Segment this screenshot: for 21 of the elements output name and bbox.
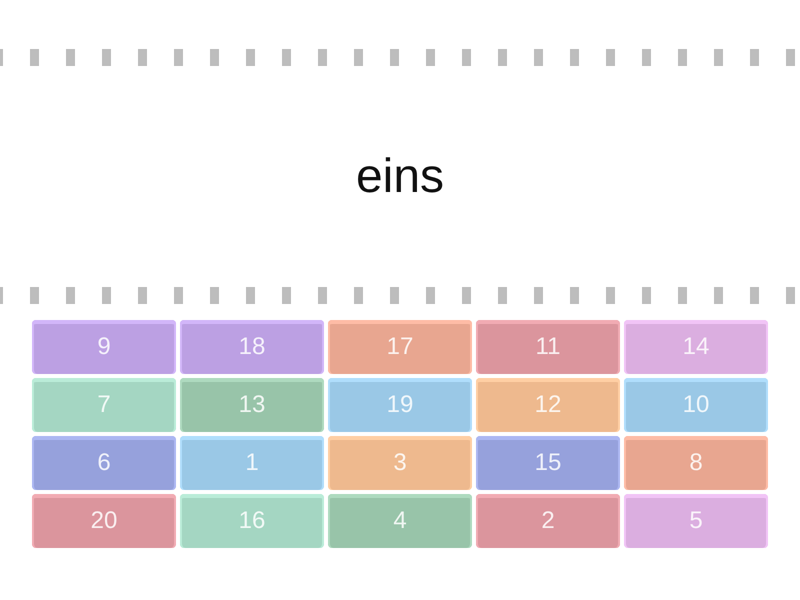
number-tile[interactable]: 12 [476,378,620,432]
number-tile[interactable]: 16 [180,494,324,548]
number-tile[interactable]: 18 [180,320,324,374]
number-tile[interactable]: 7 [32,378,176,432]
number-tile[interactable]: 19 [328,378,472,432]
number-tile[interactable]: 5 [624,494,768,548]
number-tile[interactable]: 6 [32,436,176,490]
number-tile[interactable]: 20 [32,494,176,548]
number-tile[interactable]: 3 [328,436,472,490]
number-tile[interactable]: 2 [476,494,620,548]
prompt-word: eins [356,152,444,200]
number-tile[interactable]: 13 [180,378,324,432]
number-tile[interactable]: 10 [624,378,768,432]
number-tile[interactable]: 11 [476,320,620,374]
number-tile[interactable]: 1 [180,436,324,490]
number-tile[interactable]: 14 [624,320,768,374]
number-tile[interactable]: 15 [476,436,620,490]
number-tile[interactable]: 17 [328,320,472,374]
number-tile[interactable]: 4 [328,494,472,548]
number-tile[interactable]: 8 [624,436,768,490]
number-tile[interactable]: 9 [32,320,176,374]
